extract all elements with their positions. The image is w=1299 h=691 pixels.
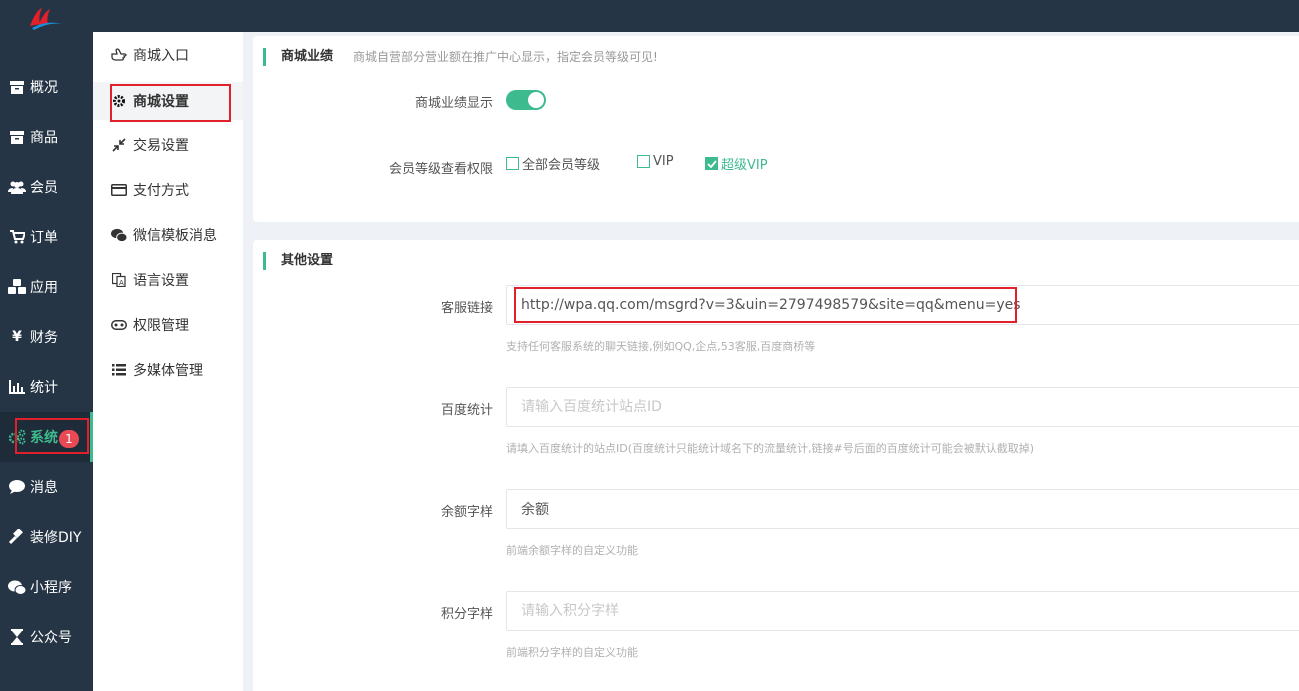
section-description: 商城自营部分营业额在推广中心显示，指定会员等级可见!: [353, 50, 658, 64]
check-icon: [705, 157, 718, 170]
top-bar: [0, 0, 1299, 32]
submenu-item-label: 权限管理: [133, 318, 189, 334]
cart-icon: [8, 228, 26, 246]
submenu-item-label: 支付方式: [133, 183, 189, 199]
sidebar-item-label: 装修DIY: [30, 530, 82, 546]
submenu-item-label: 语言设置: [133, 273, 189, 289]
baidu-stats-input[interactable]: [506, 387, 1299, 427]
gear-icon: [111, 93, 127, 109]
submenu-item-label: 微信模板消息: [133, 228, 217, 244]
sidebar-item-apps[interactable]: 应用: [0, 262, 93, 312]
sidebar-item-label: 订单: [30, 230, 58, 246]
submenu-item-mall-entry[interactable]: 商城入口: [93, 36, 243, 74]
checkbox-label: VIP: [653, 154, 674, 169]
users-icon: [8, 178, 26, 196]
sidebar-item-system[interactable]: 系统: [0, 412, 93, 462]
svg-text:A: A: [119, 279, 124, 287]
compress-icon: [111, 137, 127, 153]
archive-icon: [8, 78, 26, 96]
sidebar-item-decoration[interactable]: 装修DIY: [0, 512, 93, 562]
level-super-vip-checkbox[interactable]: 超级VIP: [705, 154, 768, 173]
wechat-icon: [111, 227, 127, 243]
submenu-item-permissions[interactable]: 权限管理: [93, 306, 243, 344]
other-settings-panel: 其他设置 客服链接 支持任何客服系统的聊天链接,例如QQ,企点,53客服,百度商…: [253, 240, 1299, 691]
balance-text-help: 前端余额字样的自定义功能: [506, 544, 638, 557]
submenu-item-trade-settings[interactable]: 交易设置: [93, 126, 243, 164]
sidebar-item-label: 财务: [30, 330, 58, 346]
credit-card-icon: [111, 182, 127, 198]
performance-panel: 商城业绩 商城自营部分营业额在推广中心显示，指定会员等级可见! 商城业绩显示 会…: [253, 36, 1299, 222]
cubes-icon: [8, 278, 26, 296]
sidebar-item-statistics[interactable]: 统计: [0, 362, 93, 412]
sidebar-item-members[interactable]: 会员: [0, 162, 93, 212]
submenu-item-wechat-template[interactable]: 微信模板消息: [93, 216, 243, 254]
sidebar-item-messages[interactable]: 消息: [0, 462, 93, 512]
balance-text-input[interactable]: [506, 489, 1299, 529]
submenu-item-media[interactable]: 多媒体管理: [93, 351, 243, 389]
submenu-item-label: 商城设置: [133, 94, 189, 110]
points-text-help: 前端积分字样的自定义功能: [506, 646, 638, 659]
submenu-item-mall-settings[interactable]: 商城设置: [93, 82, 243, 120]
submenu-item-label: 商城入口: [133, 48, 189, 64]
wechat-icon: [8, 578, 26, 596]
sidebar-item-label: 应用: [30, 280, 58, 296]
sidebar-item-goods[interactable]: 商品: [0, 112, 93, 162]
checkbox-label: 超级VIP: [721, 158, 768, 173]
checkbox-label: 全部会员等级: [522, 158, 601, 173]
yen-icon: ¥: [12, 329, 22, 345]
brand-logo[interactable]: [28, 6, 64, 30]
comment-icon: [8, 478, 26, 496]
baidu-stats-label: 百度统计: [440, 403, 493, 418]
sidebar-item-overview[interactable]: 概况: [0, 62, 93, 112]
sidebar-item-label: 消息: [30, 480, 58, 496]
submenu-item-label: 多媒体管理: [133, 363, 203, 379]
sidebar-item-label: 小程序: [30, 580, 72, 596]
checkbox-box: [506, 157, 519, 170]
bar-chart-icon: [8, 378, 26, 396]
gears-icon: [8, 428, 26, 446]
sidebar-item-label: 概况: [30, 80, 58, 96]
service-link-help: 支持任何客服系统的聊天链接,例如QQ,企点,53客服,百度商桥等: [506, 340, 816, 353]
sidebar-item-miniprogram[interactable]: 小程序: [0, 562, 93, 612]
sidebar-item-label: 统计: [30, 380, 58, 396]
section-title: 商城业绩: [263, 48, 333, 66]
submenu-item-label: 交易设置: [133, 138, 189, 154]
sidebar-item-orders[interactable]: 订单: [0, 212, 93, 262]
message-count-badge: 1: [59, 430, 79, 448]
gamepad-icon: [111, 317, 127, 333]
hourglass-icon: [8, 628, 26, 646]
service-link-label: 客服链接: [440, 301, 493, 316]
service-link-input[interactable]: [506, 285, 1299, 325]
sidebar-item-label: 系统: [30, 430, 58, 446]
sidebar-item-label: 公众号: [30, 630, 72, 646]
archive-icon: [8, 128, 26, 146]
points-text-label: 积分字样: [440, 607, 493, 622]
section-title: 其他设置: [263, 252, 333, 270]
submenu-item-payment[interactable]: 支付方式: [93, 171, 243, 209]
list-icon: [111, 362, 127, 378]
points-text-input[interactable]: [506, 591, 1299, 631]
hand-point-icon: [111, 47, 127, 63]
performance-display-toggle[interactable]: [506, 90, 546, 110]
sidebar-item-label: 商品: [30, 130, 58, 146]
gavel-icon: [8, 528, 26, 546]
checkbox-box: [637, 155, 650, 168]
language-icon: A: [111, 272, 127, 288]
sidebar-item-official-account[interactable]: 公众号: [0, 612, 93, 662]
level-all-checkbox[interactable]: 全部会员等级: [506, 154, 600, 173]
performance-display-label: 商城业绩显示: [414, 96, 493, 111]
sidebar-item-finance[interactable]: ¥ 财务: [0, 312, 93, 362]
member-level-label: 会员等级查看权限: [388, 162, 493, 177]
level-vip-checkbox[interactable]: VIP: [637, 154, 674, 169]
sidebar-item-label: 会员: [30, 180, 58, 196]
submenu-item-language[interactable]: A 语言设置: [93, 261, 243, 299]
baidu-stats-help: 请填入百度统计的站点ID(百度统计只能统计域名下的流量统计,链接#号后面的百度统…: [506, 442, 1035, 455]
balance-text-label: 余额字样: [440, 505, 493, 520]
